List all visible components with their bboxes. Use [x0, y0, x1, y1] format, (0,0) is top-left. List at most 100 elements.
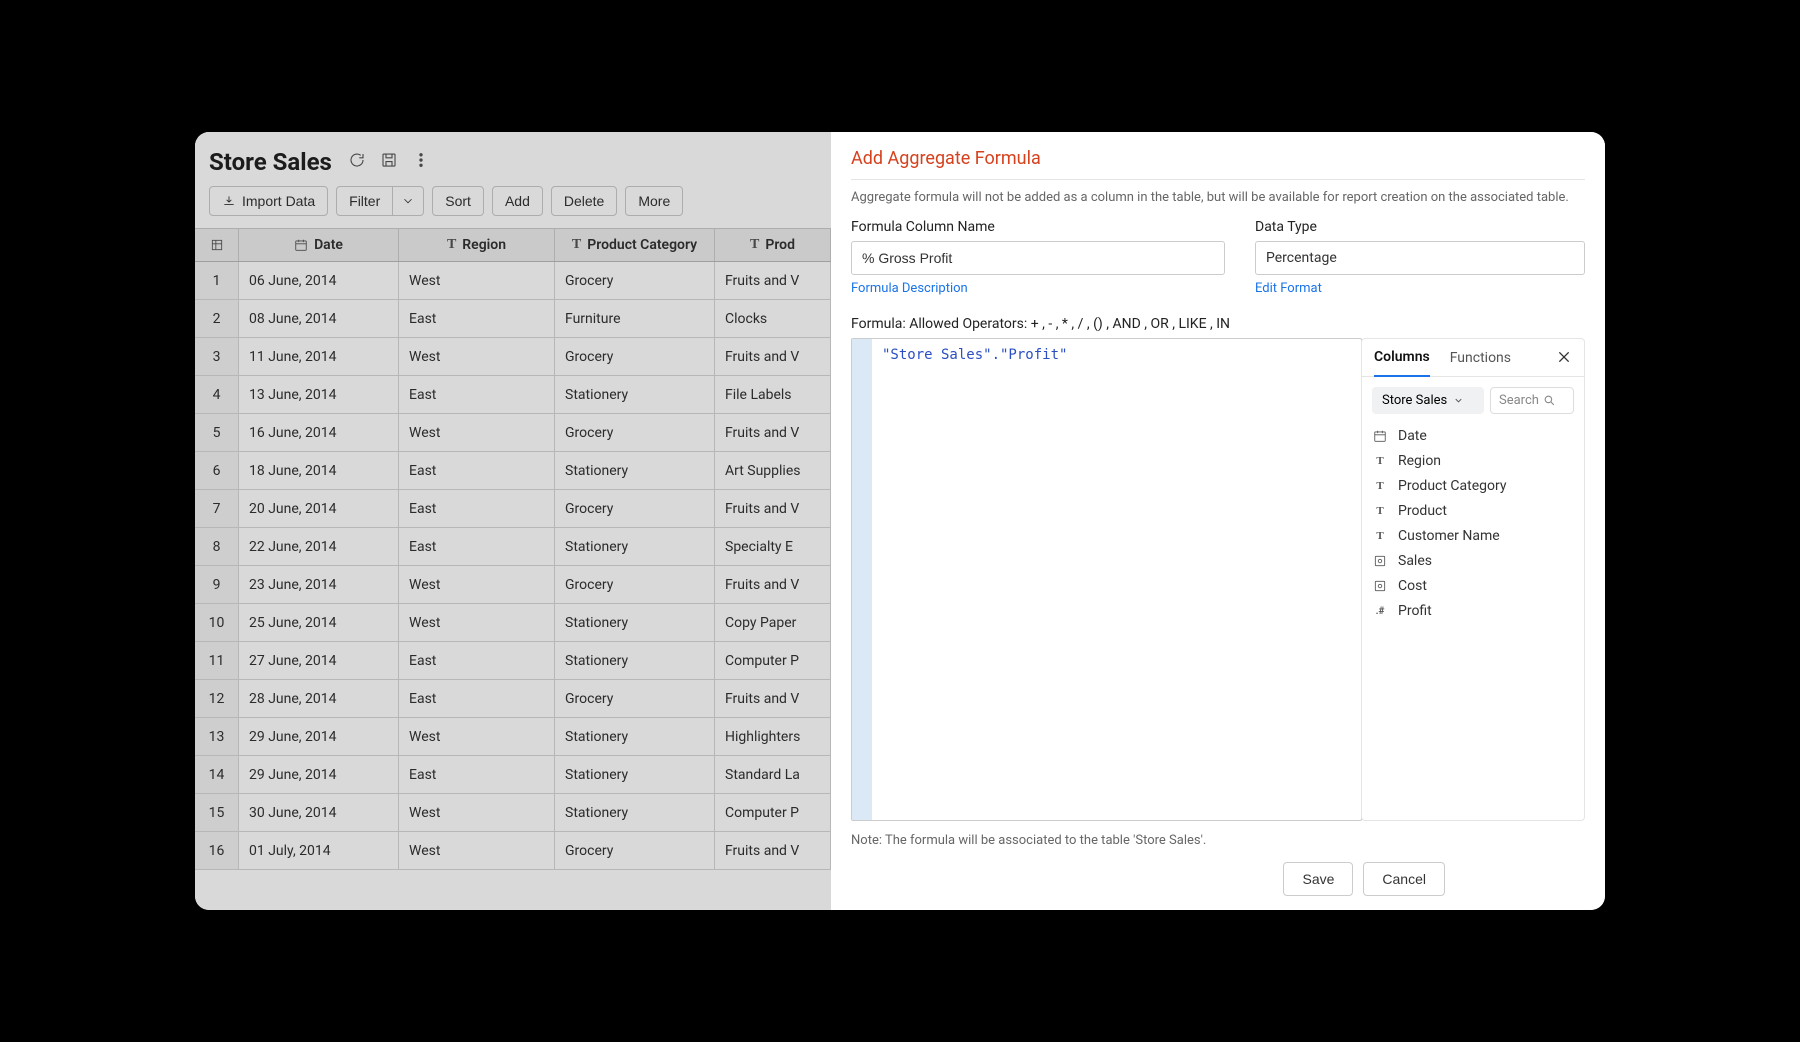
cell-region[interactable]: East [399, 756, 555, 793]
cell-category[interactable]: Grocery [555, 414, 715, 451]
cell-region[interactable]: East [399, 300, 555, 337]
more-menu-icon[interactable] [412, 151, 430, 173]
cancel-button[interactable]: Cancel [1363, 862, 1445, 896]
cell-region[interactable]: East [399, 642, 555, 679]
table-row[interactable]: 1429 June, 2014EastStationeryStandard La [195, 756, 831, 794]
column-item[interactable]: Sales [1372, 553, 1574, 569]
cell-date[interactable]: 01 July, 2014 [239, 832, 399, 869]
table-row[interactable]: 516 June, 2014WestGroceryFruits and V [195, 414, 831, 452]
cell-region[interactable]: East [399, 680, 555, 717]
table-row[interactable]: 1530 June, 2014WestStationeryComputer P [195, 794, 831, 832]
column-item[interactable]: Cost [1372, 578, 1574, 594]
formula-editor[interactable]: "Store Sales"."Profit" [851, 338, 1362, 821]
column-item[interactable]: Date [1372, 428, 1574, 444]
table-row[interactable]: 311 June, 2014WestGroceryFruits and V [195, 338, 831, 376]
cell-region[interactable]: West [399, 718, 555, 755]
cell-date[interactable]: 27 June, 2014 [239, 642, 399, 679]
cell-date[interactable]: 20 June, 2014 [239, 490, 399, 527]
cell-product[interactable]: Copy Paper [715, 604, 831, 641]
save-icon[interactable] [380, 151, 398, 173]
cell-product[interactable]: Fruits and V [715, 262, 831, 299]
cell-region[interactable]: East [399, 376, 555, 413]
cell-date[interactable]: 06 June, 2014 [239, 262, 399, 299]
formula-description-link[interactable]: Formula Description [851, 281, 1225, 296]
cell-date[interactable]: 23 June, 2014 [239, 566, 399, 603]
cell-category[interactable]: Grocery [555, 566, 715, 603]
column-item[interactable]: TRegion [1372, 453, 1574, 469]
cell-date[interactable]: 13 June, 2014 [239, 376, 399, 413]
table-row[interactable]: 413 June, 2014EastStationeryFile Labels [195, 376, 831, 414]
cell-category[interactable]: Stationery [555, 642, 715, 679]
cell-region[interactable]: West [399, 414, 555, 451]
cell-product[interactable]: Highlighters [715, 718, 831, 755]
cell-date[interactable]: 25 June, 2014 [239, 604, 399, 641]
table-row[interactable]: 106 June, 2014WestGroceryFruits and V [195, 262, 831, 300]
data-type-select[interactable]: Percentage [1255, 241, 1585, 275]
cell-date[interactable]: 22 June, 2014 [239, 528, 399, 565]
table-row[interactable]: 208 June, 2014EastFurnitureClocks [195, 300, 831, 338]
cell-category[interactable]: Stationery [555, 604, 715, 641]
cell-region[interactable]: West [399, 566, 555, 603]
tab-functions[interactable]: Functions [1450, 350, 1511, 376]
table-row[interactable]: 1025 June, 2014WestStationeryCopy Paper [195, 604, 831, 642]
cell-region[interactable]: East [399, 528, 555, 565]
cell-category[interactable]: Grocery [555, 262, 715, 299]
add-button[interactable]: Add [492, 186, 543, 216]
cell-category[interactable]: Stationery [555, 528, 715, 565]
cell-category[interactable]: Stationery [555, 718, 715, 755]
table-row[interactable]: 822 June, 2014EastStationerySpecialty E [195, 528, 831, 566]
close-icon[interactable] [1556, 349, 1572, 365]
delete-button[interactable]: Delete [551, 186, 617, 216]
cell-product[interactable]: Standard La [715, 756, 831, 793]
cell-date[interactable]: 28 June, 2014 [239, 680, 399, 717]
cell-category[interactable]: Grocery [555, 490, 715, 527]
cell-date[interactable]: 16 June, 2014 [239, 414, 399, 451]
header-region[interactable]: TRegion [399, 229, 555, 261]
cell-product[interactable]: Art Supplies [715, 452, 831, 489]
cell-product[interactable]: File Labels [715, 376, 831, 413]
column-item[interactable]: .#Profit [1372, 603, 1574, 619]
table-row[interactable]: 1601 July, 2014WestGroceryFruits and V [195, 832, 831, 870]
cell-region[interactable]: West [399, 604, 555, 641]
cell-region[interactable]: West [399, 832, 555, 869]
table-selector[interactable]: Store Sales [1372, 387, 1484, 414]
edit-format-link[interactable]: Edit Format [1255, 281, 1585, 296]
cell-product[interactable]: Clocks [715, 300, 831, 337]
column-item[interactable]: TProduct [1372, 503, 1574, 519]
more-button[interactable]: More [625, 186, 683, 216]
cell-category[interactable]: Stationery [555, 794, 715, 831]
cell-date[interactable]: 29 June, 2014 [239, 718, 399, 755]
cell-category[interactable]: Stationery [555, 452, 715, 489]
cell-date[interactable]: 11 June, 2014 [239, 338, 399, 375]
cell-category[interactable]: Grocery [555, 680, 715, 717]
cell-category[interactable]: Grocery [555, 832, 715, 869]
import-data-button[interactable]: Import Data [209, 186, 328, 216]
header-date[interactable]: Date [239, 229, 399, 261]
cell-region[interactable]: East [399, 490, 555, 527]
cell-product[interactable]: Fruits and V [715, 680, 831, 717]
cell-date[interactable]: 30 June, 2014 [239, 794, 399, 831]
cell-region[interactable]: West [399, 794, 555, 831]
cell-product[interactable]: Fruits and V [715, 566, 831, 603]
header-product[interactable]: TProd [715, 229, 831, 261]
cell-category[interactable]: Grocery [555, 338, 715, 375]
cell-region[interactable]: West [399, 262, 555, 299]
cell-date[interactable]: 18 June, 2014 [239, 452, 399, 489]
table-row[interactable]: 1127 June, 2014EastStationeryComputer P [195, 642, 831, 680]
column-item[interactable]: TCustomer Name [1372, 528, 1574, 544]
filter-dropdown-button[interactable] [393, 186, 424, 216]
table-row[interactable]: 618 June, 2014EastStationeryArt Supplies [195, 452, 831, 490]
cell-product[interactable]: Specialty E [715, 528, 831, 565]
cell-product[interactable]: Computer P [715, 794, 831, 831]
refresh-icon[interactable] [348, 151, 366, 173]
formula-name-input[interactable] [851, 241, 1225, 275]
sort-button[interactable]: Sort [432, 186, 484, 216]
filter-button[interactable]: Filter [336, 186, 393, 216]
select-all-corner[interactable] [195, 229, 239, 261]
cell-date[interactable]: 29 June, 2014 [239, 756, 399, 793]
cell-category[interactable]: Stationery [555, 756, 715, 793]
tab-columns[interactable]: Columns [1374, 349, 1430, 377]
cell-category[interactable]: Furniture [555, 300, 715, 337]
cell-category[interactable]: Stationery [555, 376, 715, 413]
table-row[interactable]: 1329 June, 2014WestStationeryHighlighter… [195, 718, 831, 756]
